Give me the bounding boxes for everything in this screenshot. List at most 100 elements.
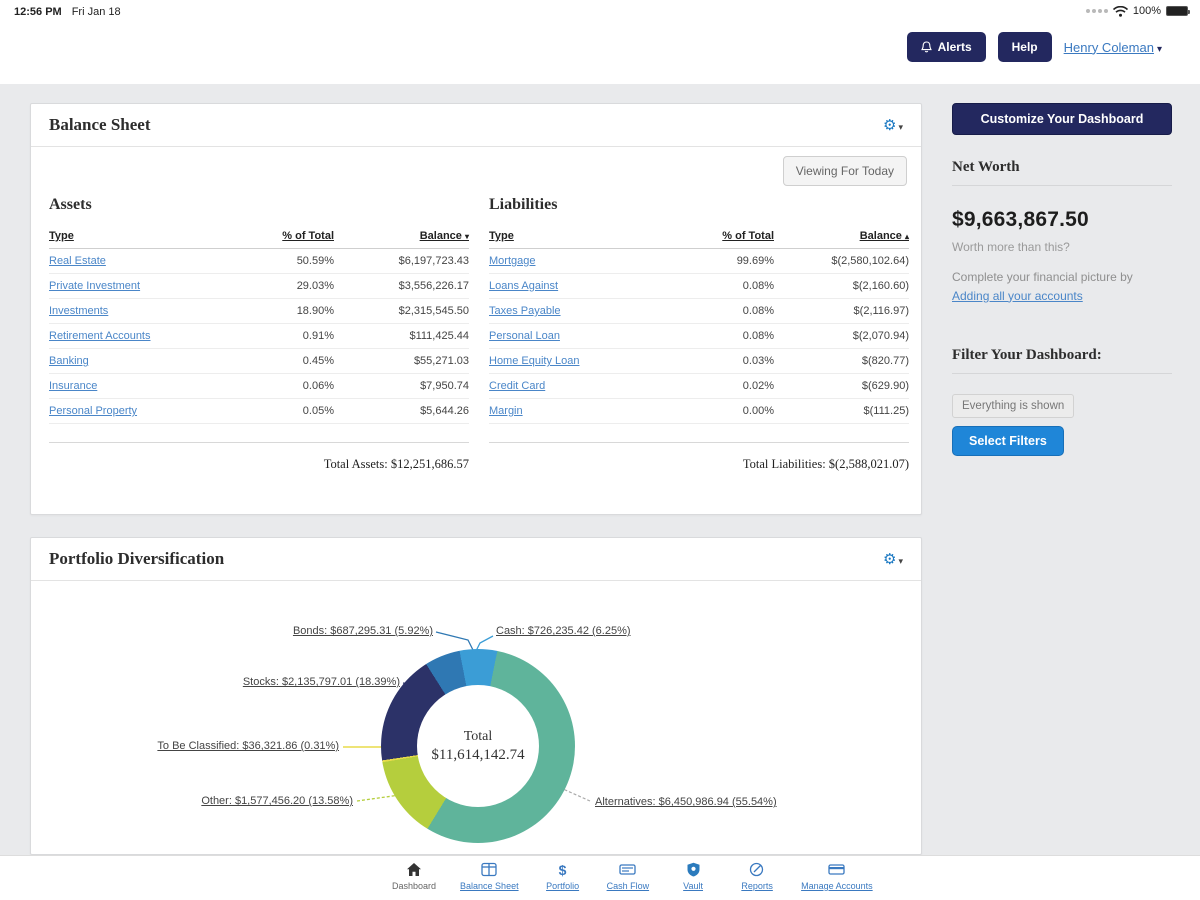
column-pct[interactable]: % of Total xyxy=(239,230,334,242)
bell-icon xyxy=(921,41,932,53)
column-type[interactable]: Type xyxy=(489,230,679,242)
table-row: Credit Card0.02%$(629.90) xyxy=(489,374,909,399)
asset-type-link[interactable]: Investments xyxy=(49,305,239,317)
donut-chart: Total $11,614,142.74 Bonds: $687,295.31 … xyxy=(31,570,922,855)
nav-item-vault[interactable]: Vault xyxy=(673,861,713,891)
asset-type-link[interactable]: Banking xyxy=(49,355,239,367)
column-balance-sort[interactable]: Balance ▴ xyxy=(774,230,909,242)
help-button[interactable]: Help xyxy=(998,32,1052,62)
nav-item-reports[interactable]: Reports xyxy=(737,861,777,891)
customize-dashboard-button[interactable]: Customize Your Dashboard xyxy=(952,103,1172,135)
asset-pct: 18.90% xyxy=(239,305,334,317)
balance-sheet-header: Balance Sheet ⚙▾ xyxy=(31,104,921,147)
status-clock: 12:56 PMFri Jan 18 xyxy=(14,6,121,18)
slice-label-stocks[interactable]: Stocks: $2,135,797.01 (18.39%) xyxy=(243,676,400,688)
asset-type-link[interactable]: Retirement Accounts xyxy=(49,330,239,342)
nav-label: Manage Accounts xyxy=(801,881,873,891)
total-assets: Total Assets: $12,251,686.57 xyxy=(49,442,469,472)
balance-sheet-icon xyxy=(481,861,497,878)
slice-label-to-be-classified[interactable]: To Be Classified: $36,321.86 (0.31%) xyxy=(157,740,339,752)
nav-item-portfolio[interactable]: $ Portfolio xyxy=(543,861,583,891)
chevron-down-icon: ▾ xyxy=(898,122,903,132)
liability-type-link[interactable]: Taxes Payable xyxy=(489,305,679,317)
viewing-for-today-button[interactable]: Viewing For Today xyxy=(783,156,907,186)
vault-shield-icon xyxy=(686,861,701,878)
asset-pct: 0.91% xyxy=(239,330,334,342)
user-menu[interactable]: Henry Coleman▾ xyxy=(1064,40,1162,55)
help-label: Help xyxy=(1012,40,1038,54)
table-row: Real Estate50.59%$6,197,723.43 xyxy=(49,249,469,274)
table-row: Mortgage99.69%$(2,580,102.64) xyxy=(489,249,909,274)
asset-type-link[interactable]: Insurance xyxy=(49,380,239,392)
asset-balance: $55,271.03 xyxy=(334,355,469,367)
liability-type-link[interactable]: Margin xyxy=(489,405,679,417)
nav-item-cash-flow[interactable]: Cash Flow xyxy=(607,861,650,891)
donut-total-value: $11,614,142.74 xyxy=(431,747,524,764)
slice-label-bonds[interactable]: Bonds: $687,295.31 (5.92%) xyxy=(293,625,433,637)
nav-item-balance-sheet[interactable]: Balance Sheet xyxy=(460,861,519,891)
chevron-down-icon: ▾ xyxy=(1157,44,1162,55)
table-row: Margin0.00%$(111.25) xyxy=(489,399,909,424)
liability-type-link[interactable]: Home Equity Loan xyxy=(489,355,679,367)
table-row: Investments18.90%$2,315,545.50 xyxy=(49,299,469,324)
nav-label: Dashboard xyxy=(392,881,436,891)
asset-type-link[interactable]: Real Estate xyxy=(49,255,239,267)
liabilities-heading: Liabilities xyxy=(489,196,909,214)
add-accounts-link[interactable]: Adding all your accounts xyxy=(952,289,1083,303)
column-pct[interactable]: % of Total xyxy=(679,230,774,242)
liability-type-link[interactable]: Credit Card xyxy=(489,380,679,392)
alerts-label: Alerts xyxy=(938,40,972,54)
asset-balance: $5,644.26 xyxy=(334,405,469,417)
liability-pct: 0.08% xyxy=(679,280,774,292)
asset-pct: 0.06% xyxy=(239,380,334,392)
balance-sheet-settings-button[interactable]: ⚙▾ xyxy=(883,116,903,134)
column-balance-sort[interactable]: Balance ▾ xyxy=(334,230,469,242)
table-row: Taxes Payable0.08%$(2,116.97) xyxy=(489,299,909,324)
liability-balance: $(2,116.97) xyxy=(774,305,909,317)
liability-balance: $(2,580,102.64) xyxy=(774,255,909,267)
alerts-button[interactable]: Alerts xyxy=(907,32,986,62)
liability-pct: 0.08% xyxy=(679,305,774,317)
asset-type-link[interactable]: Private Investment xyxy=(49,280,239,292)
nav-label: Balance Sheet xyxy=(460,881,519,891)
asset-balance: $7,950.74 xyxy=(334,380,469,392)
table-row: Personal Property0.05%$5,644.26 xyxy=(49,399,469,424)
assets-table-header: Type % of Total Balance ▾ xyxy=(49,226,469,249)
liability-type-link[interactable]: Personal Loan xyxy=(489,330,679,342)
chevron-down-icon: ▾ xyxy=(898,556,903,566)
dollar-icon: $ xyxy=(559,861,567,878)
table-row: Private Investment29.03%$3,556,226.17 xyxy=(49,274,469,299)
sort-down-icon: ▾ xyxy=(465,232,469,241)
asset-pct: 0.05% xyxy=(239,405,334,417)
asset-balance: $111,425.44 xyxy=(334,330,469,342)
liability-balance: $(629.90) xyxy=(774,380,909,392)
liabilities-section: Liabilities Type % of Total Balance ▴ Mo… xyxy=(489,196,909,472)
liability-pct: 99.69% xyxy=(679,255,774,267)
cash-icon xyxy=(619,861,636,878)
slice-label-alternatives[interactable]: Alternatives: $6,450,986.94 (55.54%) xyxy=(595,796,777,808)
liability-pct: 0.03% xyxy=(679,355,774,367)
slice-label-other[interactable]: Other: $1,577,456.20 (13.58%) xyxy=(201,795,353,807)
select-filters-button[interactable]: Select Filters xyxy=(952,426,1064,456)
sort-up-icon: ▴ xyxy=(905,232,909,241)
slice-label-cash[interactable]: Cash: $726,235.42 (6.25%) xyxy=(496,625,631,637)
liability-type-link[interactable]: Loans Against xyxy=(489,280,679,292)
donut-ring[interactable]: Total $11,614,142.74 xyxy=(381,649,575,843)
table-row: Home Equity Loan0.03%$(820.77) xyxy=(489,349,909,374)
assets-table: Type % of Total Balance ▾ Real Estate50.… xyxy=(49,226,469,424)
total-liabilities: Total Liabilities: $(2,588,021.07) xyxy=(489,442,909,472)
asset-type-link[interactable]: Personal Property xyxy=(49,405,239,417)
liability-type-link[interactable]: Mortgage xyxy=(489,255,679,267)
top-header: 12:56 PMFri Jan 18 100% Alerts xyxy=(0,0,1200,84)
column-type[interactable]: Type xyxy=(49,230,239,242)
liability-balance: $(2,070.94) xyxy=(774,330,909,342)
home-icon xyxy=(406,861,422,878)
asset-balance: $6,197,723.43 xyxy=(334,255,469,267)
portfolio-title: Portfolio Diversification xyxy=(49,549,224,569)
nav-item-manage-accounts[interactable]: Manage Accounts xyxy=(801,861,873,891)
portfolio-settings-button[interactable]: ⚙▾ xyxy=(883,550,903,568)
filter-status-badge: Everything is shown xyxy=(952,394,1074,418)
liabilities-table: Type % of Total Balance ▴ Mortgage99.69%… xyxy=(489,226,909,424)
nav-item-dashboard[interactable]: Dashboard xyxy=(392,861,436,891)
user-name: Henry Coleman xyxy=(1064,40,1154,55)
